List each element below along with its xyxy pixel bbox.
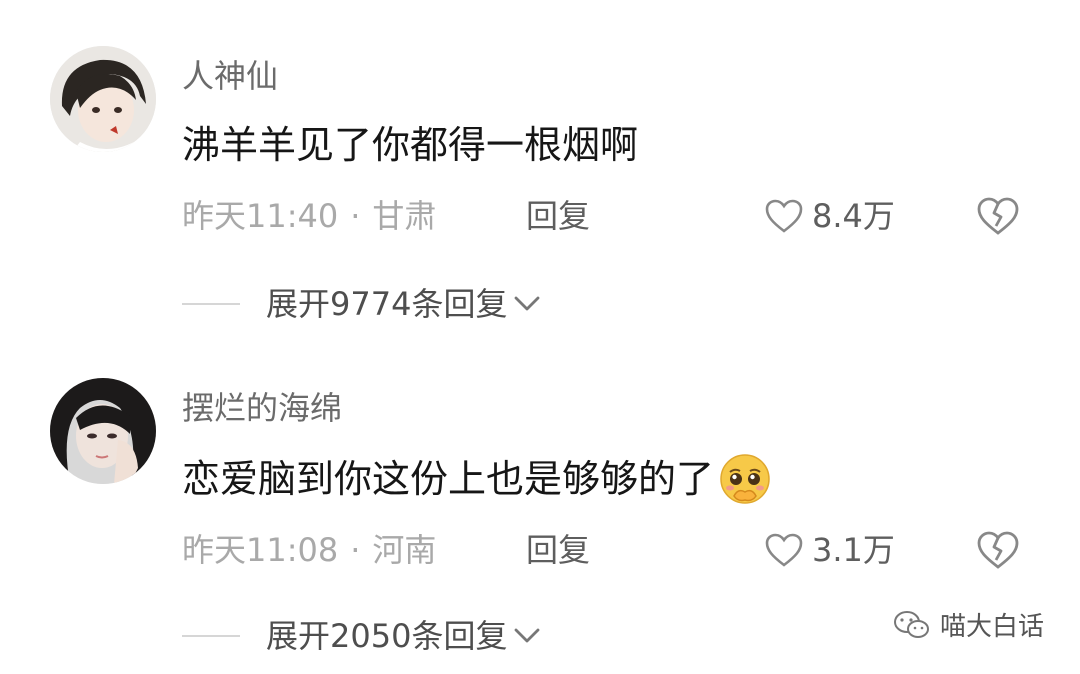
broken-heart-icon (977, 197, 1019, 235)
location: 河南 (372, 531, 437, 569)
avatar-anime-boy-image (50, 46, 156, 152)
reply-button[interactable]: 回复 (526, 528, 590, 572)
chevron-down-icon (515, 296, 540, 311)
timestamp: 昨天11:40 (182, 197, 339, 235)
expand-replies-label: 展开9774条回复 (266, 285, 508, 323)
like-count: 3.1万 (812, 531, 895, 569)
heart-icon (765, 533, 803, 567)
watermark: 喵大白话 (892, 606, 1044, 643)
like-button[interactable]: 8.4万 (764, 194, 895, 238)
dislike-button[interactable] (976, 196, 1020, 240)
like-count: 8.4万 (812, 197, 895, 235)
comment-text: 沸羊羊见了你都得一根烟啊 (182, 120, 638, 170)
watermark-text: 喵大白话 (940, 612, 1045, 642)
timestamp: 昨天11:08 (182, 531, 339, 569)
reply-button[interactable]: 回复 (526, 194, 590, 238)
comment-meta: 昨天11:40 · 甘肃 (182, 194, 436, 238)
avatar[interactable] (50, 378, 156, 484)
pleading-face-emoji-icon (720, 454, 770, 504)
heart-icon (765, 199, 803, 233)
divider-line (182, 303, 240, 305)
username[interactable]: 摆烂的海绵 (182, 388, 342, 428)
comment-text-body: 恋爱脑到你这份上也是够够的了 (182, 457, 715, 501)
username[interactable]: 人神仙 (182, 56, 278, 96)
expand-replies[interactable]: 展开9774条回复 (182, 282, 541, 326)
divider-line (182, 635, 240, 637)
location: 甘肃 (372, 197, 437, 235)
comment-text: 恋爱脑到你这份上也是够够的了 (182, 452, 772, 506)
chevron-down-icon (515, 628, 540, 643)
avatar[interactable] (50, 46, 156, 152)
like-button[interactable]: 3.1万 (764, 528, 895, 572)
separator-dot: · (350, 531, 361, 569)
wechat-icon (894, 610, 929, 638)
comment-text-body: 沸羊羊见了你都得一根烟啊 (182, 123, 639, 167)
expand-replies-label: 展开2050条回复 (266, 617, 508, 655)
avatar-girl-photo-image (50, 378, 156, 484)
expand-replies[interactable]: 展开2050条回复 (182, 614, 541, 658)
dislike-button[interactable] (976, 530, 1020, 574)
broken-heart-icon (977, 531, 1019, 569)
separator-dot: · (350, 197, 361, 235)
comment-meta: 昨天11:08 · 河南 (182, 528, 436, 572)
